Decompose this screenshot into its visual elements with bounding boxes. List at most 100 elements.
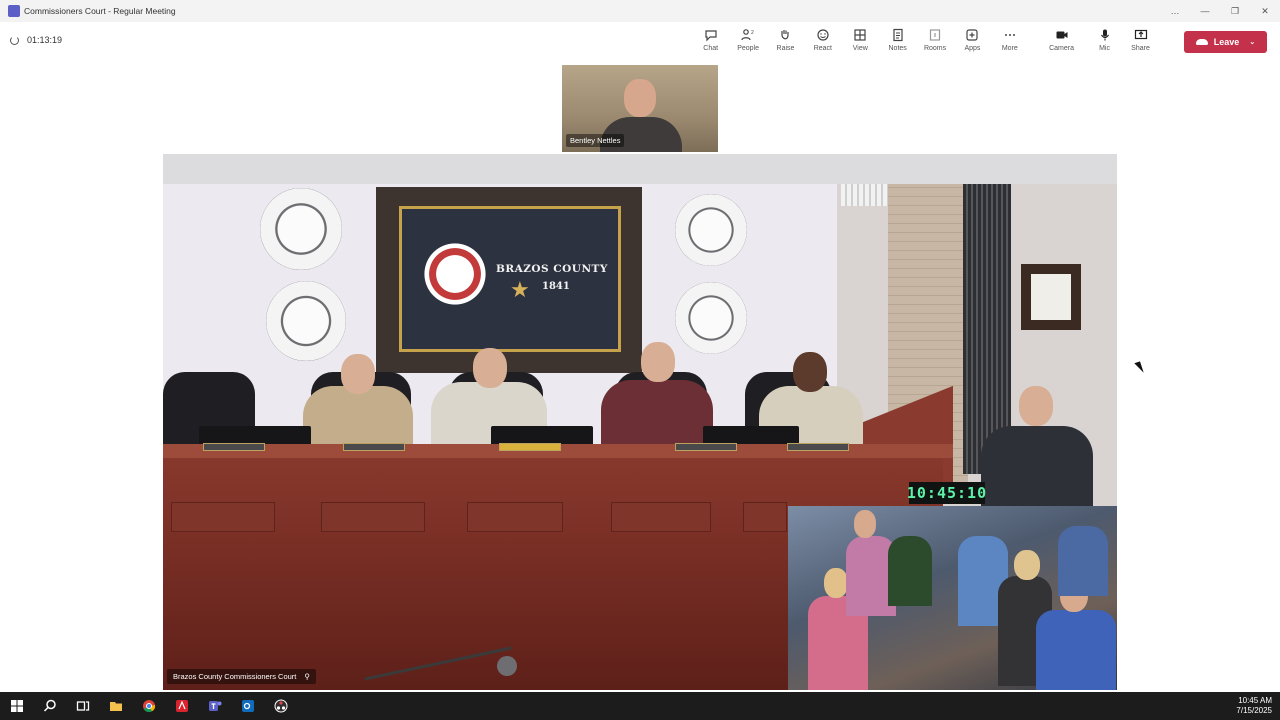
more-button[interactable]: More bbox=[991, 28, 1028, 52]
title-bar: Commissioners Court - Regular Meeting … … bbox=[0, 0, 1280, 22]
toolbar-separator bbox=[1029, 28, 1037, 52]
county-seal bbox=[675, 194, 747, 266]
meeting-stage: Bentley Nettles BRAZOS COUNTY ★ 1841 10:… bbox=[0, 62, 1280, 692]
apps-button[interactable]: Apps bbox=[954, 28, 991, 52]
chevron-down-icon[interactable]: ⌄ bbox=[1249, 38, 1255, 46]
main-video-label: Brazos County Commissioners Court ⚲ bbox=[167, 669, 316, 684]
raise-hand-button[interactable]: Raise bbox=[767, 28, 804, 52]
more-window-options-icon[interactable]: … bbox=[1160, 0, 1190, 22]
share-icon bbox=[1134, 29, 1147, 40]
minimize-button[interactable]: — bbox=[1190, 0, 1220, 22]
apps-icon bbox=[966, 29, 979, 41]
audience-member-head bbox=[824, 568, 848, 598]
notes-button[interactable]: Notes bbox=[879, 28, 916, 52]
main-video-name: Brazos County Commissioners Court bbox=[173, 672, 297, 681]
notes-label: Notes bbox=[888, 45, 907, 52]
audience-member-head bbox=[854, 510, 876, 538]
view-icon bbox=[854, 29, 866, 41]
outlook-icon bbox=[241, 700, 254, 712]
people-icon: 2 bbox=[741, 29, 754, 41]
share-label: Share bbox=[1131, 45, 1150, 52]
maximize-button[interactable]: ❐ bbox=[1220, 0, 1250, 22]
meeting-timer: 01:13:19 bbox=[10, 35, 62, 45]
chrome-icon bbox=[142, 700, 155, 713]
camera-label: Camera bbox=[1049, 45, 1074, 52]
commissioner-head bbox=[793, 352, 827, 392]
system-date: 7/15/2025 bbox=[1236, 706, 1272, 715]
audience-member-head bbox=[1014, 550, 1040, 580]
mic-label: Mic bbox=[1099, 45, 1110, 52]
participant-video-face bbox=[624, 79, 656, 117]
start-button[interactable] bbox=[0, 692, 33, 720]
share-button[interactable]: Share bbox=[1123, 28, 1159, 52]
hang-up-icon bbox=[1195, 39, 1208, 45]
flag-year: 1841 bbox=[542, 281, 570, 292]
taskbar: 10:45 AM 7/15/2025 bbox=[0, 692, 1280, 720]
react-label: React bbox=[813, 45, 833, 52]
meeting-controls: Chat 2 People Raise React View Notes Roo… bbox=[692, 28, 1159, 52]
audience-member bbox=[1058, 526, 1108, 596]
meeting-toolbar: 01:13:19 Chat 2 People Raise React View … bbox=[0, 22, 1280, 62]
microphone-icon bbox=[497, 656, 517, 676]
react-button[interactable]: React bbox=[804, 28, 841, 52]
pin-icon[interactable]: ⚲ bbox=[304, 672, 310, 681]
leave-label: Leave bbox=[1213, 37, 1240, 47]
star-icon: ★ bbox=[510, 277, 530, 302]
wall-frame bbox=[1021, 264, 1081, 330]
county-flag: BRAZOS COUNTY ★ 1841 bbox=[399, 206, 621, 352]
obs-icon bbox=[274, 699, 287, 713]
main-video[interactable]: BRAZOS COUNTY ★ 1841 10:45:10 Brazos Cou… bbox=[163, 154, 1117, 690]
raise-label: Raise bbox=[776, 45, 795, 52]
chat-button[interactable]: Chat bbox=[692, 28, 729, 52]
camera-icon bbox=[1056, 31, 1068, 39]
close-button[interactable]: ✕ bbox=[1250, 0, 1280, 22]
rooms-icon bbox=[929, 29, 941, 41]
start-icon bbox=[10, 700, 23, 712]
recording-indicator-icon bbox=[10, 35, 19, 45]
nameplate bbox=[787, 443, 849, 451]
react-icon bbox=[817, 29, 829, 41]
view-button[interactable]: View bbox=[842, 28, 879, 52]
chat-icon bbox=[705, 30, 717, 42]
file-explorer-button[interactable] bbox=[99, 692, 132, 720]
mouse-cursor-icon bbox=[1134, 361, 1144, 375]
system-time: 10:45 AM bbox=[1238, 696, 1272, 705]
dais-panel bbox=[743, 502, 787, 532]
people-button[interactable]: 2 People bbox=[729, 28, 766, 52]
commissioner-head bbox=[641, 342, 675, 382]
commissioner-head bbox=[473, 348, 507, 388]
acrobat-button[interactable] bbox=[165, 692, 198, 720]
elapsed-time: 01:13:19 bbox=[27, 35, 63, 45]
county-seal bbox=[266, 281, 346, 361]
mic-button[interactable]: Mic bbox=[1087, 28, 1123, 52]
dais-panel bbox=[611, 502, 711, 532]
file-explorer-icon bbox=[109, 702, 122, 711]
system-clock[interactable]: 10:45 AM 7/15/2025 bbox=[1236, 696, 1272, 716]
leave-button[interactable]: Leave ⌄ bbox=[1184, 31, 1267, 53]
view-label: View bbox=[852, 45, 868, 52]
obs-button[interactable] bbox=[264, 692, 297, 720]
speaker-head bbox=[1019, 386, 1053, 426]
search-icon bbox=[43, 699, 56, 712]
wall-clock: 10:45:10 bbox=[906, 482, 988, 504]
chrome-button[interactable] bbox=[132, 692, 165, 720]
flag-text: BRAZOS COUNTY bbox=[496, 263, 608, 275]
outlook-button[interactable] bbox=[231, 692, 264, 720]
rooms-button[interactable]: Rooms bbox=[916, 28, 953, 52]
raise-hand-icon bbox=[781, 30, 790, 40]
task-view-icon bbox=[76, 701, 89, 711]
participant-name: Bentley Nettles bbox=[566, 134, 625, 147]
teams-logo-icon bbox=[8, 5, 20, 17]
participant-thumbnail[interactable]: Bentley Nettles bbox=[562, 65, 718, 152]
window-controls: … — ❐ ✕ bbox=[1160, 0, 1280, 22]
search-button[interactable] bbox=[33, 692, 66, 720]
more-label: More bbox=[1001, 45, 1018, 52]
teams-button[interactable] bbox=[198, 692, 231, 720]
dais-panel bbox=[321, 502, 425, 532]
people-label: People bbox=[737, 45, 759, 52]
dais-panel bbox=[171, 502, 275, 532]
audience-area bbox=[788, 506, 1117, 690]
camera-button[interactable]: Camera bbox=[1037, 28, 1087, 52]
task-view-button[interactable] bbox=[66, 692, 99, 720]
commissioner-head bbox=[341, 354, 375, 394]
